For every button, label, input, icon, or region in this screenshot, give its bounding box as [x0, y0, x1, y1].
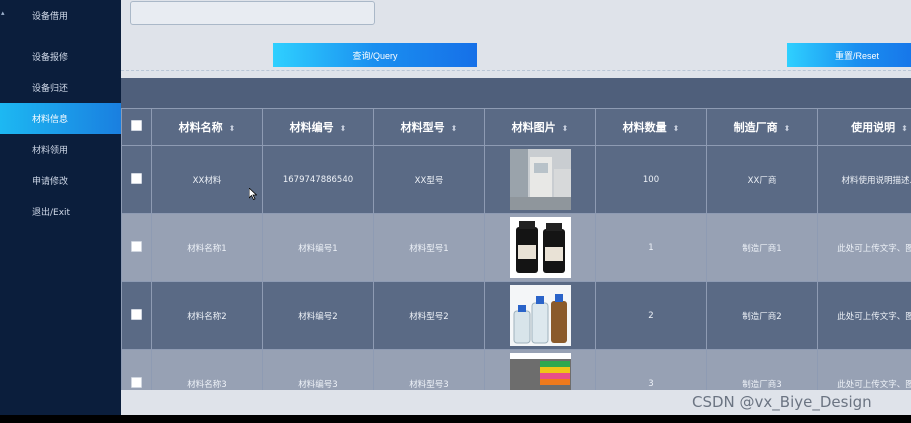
- cell-description: 材料使用说明描述...: [817, 145, 911, 214]
- cell-maker: 制造厂商3: [706, 349, 818, 390]
- cell-maker: XX厂商: [706, 145, 818, 214]
- cell-image: [484, 213, 596, 282]
- sort-icon[interactable]: ⬍: [451, 124, 458, 133]
- main-content: 查询/Query 重置/Reset 材料名称 ⬍ 材料编号 ⬍ 材料型号 ⬍ 材料图片…: [121, 0, 911, 415]
- query-button[interactable]: 查询/Query: [273, 43, 477, 67]
- cell-code: 材料编号1: [262, 213, 374, 282]
- watermark: CSDN @vx_Biye_Design: [692, 393, 872, 411]
- column-header-model[interactable]: 材料型号 ⬍: [373, 108, 485, 146]
- table-row[interactable]: XX材料 1679747886540 XX型号 100 XX厂商 材料使用说明描…: [121, 145, 911, 214]
- cell-quantity: 100: [595, 145, 707, 214]
- reagent-bottles-photo-icon[interactable]: [509, 217, 571, 278]
- sort-icon[interactable]: ⬍: [901, 124, 908, 133]
- cell-model: 材料型号1: [373, 213, 485, 282]
- cell-model: XX型号: [373, 145, 485, 214]
- sidebar-item-device-repair[interactable]: 设备报修: [0, 41, 121, 72]
- cell-name: 材料名称3: [151, 349, 263, 390]
- row-checkbox[interactable]: [131, 172, 142, 184]
- sidebar-item-apply-modify[interactable]: 申请修改: [0, 165, 121, 196]
- cell-code: 材料编号2: [262, 281, 374, 350]
- table-row[interactable]: 材料名称1 材料编号1 材料型号1 1 制造厂商1 此处可上传文字、: [121, 213, 911, 282]
- reset-button[interactable]: 重置/Reset: [787, 43, 911, 67]
- cell-image: [484, 281, 596, 350]
- sidebar-item-label: 申请修改: [32, 177, 69, 187]
- cell-image: [484, 349, 596, 390]
- sidebar-item-label: 退出/Exit: [32, 208, 71, 218]
- table-row[interactable]: 材料名称2 材料编号2 材料型号2 2 制造厂商2 此处可上传文字、: [121, 281, 911, 350]
- table-row[interactable]: 材料名称3 材料编号3 材料型号3 3 制造厂商3 此处可上传文字、: [121, 349, 911, 390]
- material-table: 材料名称 ⬍ 材料编号 ⬍ 材料型号 ⬍ 材料图片 ⬍ 材料数量 ⬍ 制造厂商 ⬍ 使用说明…: [121, 78, 911, 390]
- sidebar-item-label: 设备借用: [32, 12, 69, 22]
- sort-icon[interactable]: ⬍: [562, 124, 569, 133]
- column-header-code[interactable]: 材料编号 ⬍: [262, 108, 374, 146]
- column-header-quantity[interactable]: 材料数量 ⬍: [595, 108, 707, 146]
- cell-name: 材料名称2: [151, 281, 263, 350]
- sort-icon[interactable]: ⬍: [673, 124, 680, 133]
- column-header-name[interactable]: 材料名称 ⬍: [151, 108, 263, 146]
- column-header-maker[interactable]: 制造厂商 ⬍: [706, 108, 818, 146]
- cell-quantity: 2: [595, 281, 707, 350]
- sidebar-item-device-return[interactable]: 设备归还: [0, 72, 121, 103]
- cell-maker: 制造厂商1: [706, 213, 818, 282]
- select-all-cell: [121, 108, 152, 146]
- glass-bottles-photo-icon[interactable]: [509, 285, 571, 346]
- table-toolbar-band: [121, 78, 911, 108]
- cell-description: 此处可上传文字、图...: [817, 349, 911, 390]
- select-all-checkbox[interactable]: [131, 120, 142, 131]
- cell-name: 材料名称1: [151, 213, 263, 282]
- caret-icon: ▴: [1, 9, 5, 17]
- colored-tips-photo-icon[interactable]: [509, 353, 571, 390]
- divider: [121, 70, 911, 71]
- sidebar-item-exit[interactable]: 退出/Exit: [0, 196, 121, 227]
- sidebar: ▴ 设备借用 设备报修 设备归还 材料信息 材料领用 申请修改 退出/Exit: [0, 0, 121, 415]
- sidebar-item-material-info[interactable]: 材料信息: [0, 103, 121, 134]
- sidebar-item-label: 设备归还: [32, 84, 69, 94]
- search-input[interactable]: [130, 1, 375, 25]
- sidebar-item-label: 设备报修: [32, 53, 69, 63]
- cell-model: 材料型号3: [373, 349, 485, 390]
- cell-model: 材料型号2: [373, 281, 485, 350]
- sidebar-item-device-borrow[interactable]: ▴ 设备借用: [0, 0, 121, 31]
- mouse-cursor-icon: [249, 188, 257, 200]
- lab-equipment-photo-icon[interactable]: [509, 149, 571, 210]
- cell-description: 此处可上传文字、图...: [817, 213, 911, 282]
- cell-image: [484, 145, 596, 214]
- cell-code: 材料编号3: [262, 349, 374, 390]
- sidebar-item-label: 材料领用: [32, 146, 69, 156]
- cell-code: 1679747886540: [262, 145, 374, 214]
- cell-description: 此处可上传文字、图...: [817, 281, 911, 350]
- sort-icon[interactable]: ⬍: [340, 124, 347, 133]
- row-checkbox[interactable]: [131, 376, 142, 388]
- cell-name: XX材料: [151, 145, 263, 214]
- column-header-description[interactable]: 使用说明 ⬍: [817, 108, 911, 146]
- sidebar-item-label: 材料信息: [32, 115, 69, 125]
- cell-quantity: 1: [595, 213, 707, 282]
- row-checkbox[interactable]: [131, 240, 142, 252]
- sidebar-item-material-use[interactable]: 材料领用: [0, 134, 121, 165]
- cell-quantity: 3: [595, 349, 707, 390]
- table-header-row: 材料名称 ⬍ 材料编号 ⬍ 材料型号 ⬍ 材料图片 ⬍ 材料数量 ⬍ 制造厂商 ⬍ 使用说明…: [121, 108, 911, 146]
- sort-icon[interactable]: ⬍: [229, 124, 236, 133]
- cell-maker: 制造厂商2: [706, 281, 818, 350]
- sort-icon[interactable]: ⬍: [784, 124, 791, 133]
- column-header-image[interactable]: 材料图片 ⬍: [484, 108, 596, 146]
- row-checkbox[interactable]: [131, 308, 142, 320]
